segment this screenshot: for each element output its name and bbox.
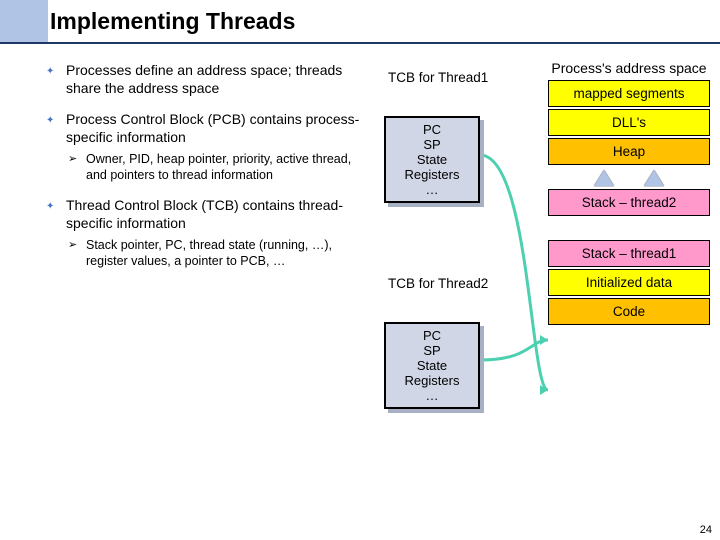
up-arrow-icon xyxy=(644,170,664,186)
bullet-text: Processes define an address space; threa… xyxy=(66,62,342,96)
up-arrow-icon xyxy=(594,170,614,186)
tcb-line: … xyxy=(386,388,478,403)
bullet-item: ✦ Processes define an address space; thr… xyxy=(50,62,360,97)
tcb-line: Registers xyxy=(386,167,478,182)
accent-band xyxy=(0,0,48,42)
gap-arrow xyxy=(548,218,710,240)
star-icon: ✦ xyxy=(46,115,54,128)
tcb-line: Registers xyxy=(386,373,478,388)
mem-stack-thread1: Stack – thread1 xyxy=(548,240,710,267)
mem-code: Code xyxy=(548,298,710,325)
sub-bullet-text: Owner, PID, heap pointer, priority, acti… xyxy=(86,152,351,182)
bullet-text: Process Control Block (PCB) contains pro… xyxy=(66,111,359,145)
tcb-line: State xyxy=(386,358,478,373)
tcb-line: … xyxy=(386,182,478,197)
tcb-line: SP xyxy=(386,137,478,152)
tcb1-box: PC SP State Registers … xyxy=(384,116,480,203)
tcb-line: PC xyxy=(386,122,478,137)
diagram-area: TCB for Thread1 PC SP State Registers … … xyxy=(380,60,710,510)
arrow-icon: ➢ xyxy=(68,153,77,167)
gap-arrow xyxy=(548,167,710,189)
bullet-text: Thread Control Block (TCB) contains thre… xyxy=(66,197,343,231)
page-title: Implementing Threads xyxy=(50,8,295,35)
bullet-item: ✦ Thread Control Block (TCB) contains th… xyxy=(50,197,360,269)
memory-column: Process's address space mapped segments … xyxy=(548,60,710,327)
bullet-content: ✦ Processes define an address space; thr… xyxy=(50,62,360,284)
sub-bullet-text: Stack pointer, PC, thread state (running… xyxy=(86,238,332,268)
mem-initialized-data: Initialized data xyxy=(548,269,710,296)
tcb-line: State xyxy=(386,152,478,167)
mem-heap: Heap xyxy=(548,138,710,165)
sub-bullet: ➢ Stack pointer, PC, thread state (runni… xyxy=(66,238,360,269)
tcb2-label: TCB for Thread2 xyxy=(388,276,488,291)
tcb1-label: TCB for Thread1 xyxy=(388,70,488,85)
mem-dlls: DLL's xyxy=(548,109,710,136)
bullet-item: ✦ Process Control Block (PCB) contains p… xyxy=(50,111,360,183)
tcb-line: SP xyxy=(386,343,478,358)
mem-mapped-segments: mapped segments xyxy=(548,80,710,107)
tcb2-box: PC SP State Registers … xyxy=(384,322,480,409)
page-number: 24 xyxy=(700,524,712,536)
memory-title: Process's address space xyxy=(548,60,710,76)
mem-stack-thread2: Stack – thread2 xyxy=(548,189,710,216)
star-icon: ✦ xyxy=(46,66,54,79)
sub-bullet: ➢ Owner, PID, heap pointer, priority, ac… xyxy=(66,152,360,183)
star-icon: ✦ xyxy=(46,201,54,214)
title-rule xyxy=(0,42,720,44)
tcb-line: PC xyxy=(386,328,478,343)
arrow-icon: ➢ xyxy=(68,239,77,253)
